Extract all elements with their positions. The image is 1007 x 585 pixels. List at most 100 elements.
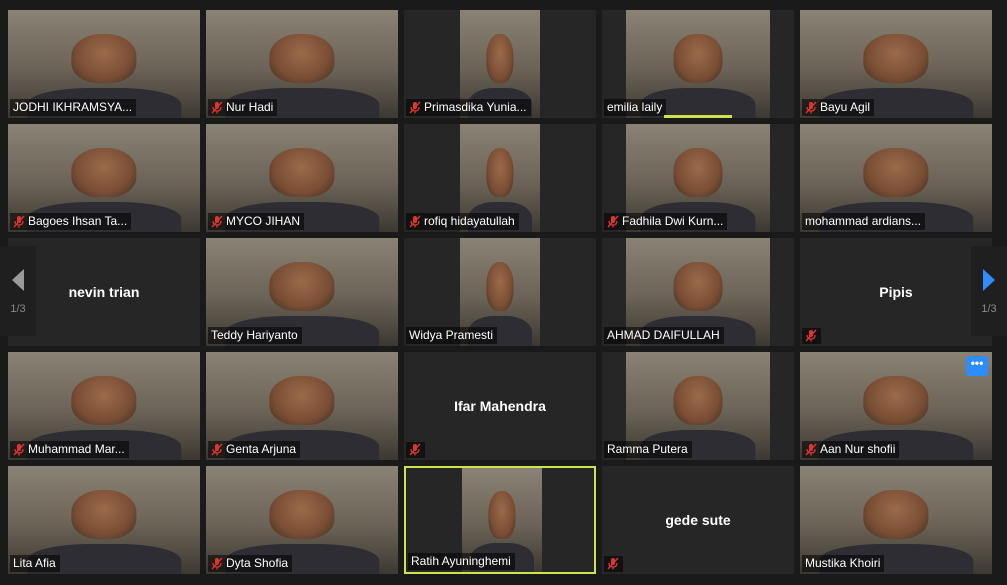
microphone-muted-icon <box>409 101 421 113</box>
participant-tile[interactable]: nevin trian <box>8 238 200 346</box>
participant-tile[interactable]: Muhammad Mar... <box>8 352 200 460</box>
participant-face <box>71 147 137 198</box>
chevron-left-icon <box>12 269 24 291</box>
participant-face <box>486 261 514 312</box>
participant-name-label <box>604 556 623 572</box>
participant-tile[interactable]: Bayu Agil <box>800 10 992 118</box>
participant-name-label: Nur Hadi <box>208 99 278 116</box>
microphone-muted-icon <box>805 443 817 455</box>
participant-name: MYCO JIHAN <box>226 214 301 228</box>
participant-display-name: Pipis <box>879 284 913 300</box>
participant-name-label: rofiq hidayatullah <box>406 213 519 230</box>
participant-tile[interactable]: Teddy Hariyanto <box>206 238 398 346</box>
participant-tile[interactable]: rofiq hidayatullah <box>404 124 596 232</box>
participant-name-label: Genta Arjuna <box>208 441 301 458</box>
participant-name-label: Aan Nur shofii <box>802 441 900 458</box>
participant-name: Dyta Shofia <box>226 556 289 570</box>
participant-face <box>269 261 335 312</box>
participant-tile[interactable]: Ramma Putera <box>602 352 794 460</box>
microphone-muted-icon <box>607 215 619 227</box>
microphone-muted-icon <box>409 215 421 227</box>
participant-face <box>486 147 514 198</box>
microphone-muted-icon <box>607 557 619 570</box>
participant-face <box>269 375 335 426</box>
chevron-right-icon <box>983 269 995 291</box>
participant-name: mohammad ardians... <box>805 214 922 228</box>
microphone-muted-icon <box>211 443 223 455</box>
microphone-muted-icon <box>211 557 223 569</box>
participant-tile[interactable]: Lita Afia <box>8 466 200 574</box>
participant-tile[interactable]: mohammad ardians... <box>800 124 992 232</box>
next-page-button[interactable]: 1/3 <box>971 246 1007 336</box>
participant-display-name: Ifar Mahendra <box>454 398 546 414</box>
participant-tile[interactable]: Bagoes Ihsan Ta... <box>8 124 200 232</box>
participant-name-label: Bagoes Ihsan Ta... <box>10 213 132 230</box>
participant-face <box>673 33 723 84</box>
participant-tile[interactable]: Dyta Shofia <box>206 466 398 574</box>
participant-name: Muhammad Mar... <box>28 442 125 456</box>
participant-tile[interactable]: JODHI IKHRAMSYA... <box>8 10 200 118</box>
participant-face <box>863 375 929 426</box>
participant-name: AHMAD DAIFULLAH <box>607 328 720 342</box>
participant-name: Bagoes Ihsan Ta... <box>28 214 128 228</box>
microphone-muted-icon <box>211 215 223 227</box>
page-indicator-right: 1/3 <box>981 303 997 315</box>
participant-name: JODHI IKHRAMSYA... <box>13 100 133 114</box>
participant-face <box>269 33 335 84</box>
participant-face <box>269 147 335 198</box>
participant-name-label: Ratih Ayuninghemi <box>408 553 515 570</box>
participant-name-label: AHMAD DAIFULLAH <box>604 327 724 344</box>
participant-tile[interactable]: Mustika Khoiri <box>800 466 992 574</box>
microphone-muted-icon <box>13 443 25 455</box>
participant-name-label: Mustika Khoiri <box>802 555 885 572</box>
participant-name: emilia laily <box>607 100 663 114</box>
participant-name-label: Fadhila Dwi Kurn... <box>604 213 728 230</box>
participant-face <box>673 375 723 426</box>
participant-name-label <box>406 442 425 458</box>
participant-tile[interactable]: Genta Arjuna <box>206 352 398 460</box>
participant-name: Ramma Putera <box>607 442 688 456</box>
participant-name: Ratih Ayuninghemi <box>411 554 511 568</box>
participant-display-name: nevin trian <box>68 284 140 300</box>
participant-name-label: Primasdika Yunia... <box>406 99 531 116</box>
participant-face <box>71 33 137 84</box>
participant-name: Mustika Khoiri <box>805 556 881 570</box>
participant-tile[interactable]: Fadhila Dwi Kurn... <box>602 124 794 232</box>
page-indicator-left: 1/3 <box>10 303 26 315</box>
participant-name: Aan Nur shofii <box>820 442 896 456</box>
participant-name-label: Widya Pramesti <box>406 327 498 344</box>
participant-face <box>863 147 929 198</box>
participant-tile[interactable]: Primasdika Yunia... <box>404 10 596 118</box>
participant-face <box>863 489 929 540</box>
participant-name: Fadhila Dwi Kurn... <box>622 214 724 228</box>
participant-name-label: Teddy Hariyanto <box>208 327 302 344</box>
previous-page-button[interactable]: 1/3 <box>0 246 36 336</box>
participant-name-label: Ramma Putera <box>604 441 692 458</box>
participant-face <box>673 147 723 198</box>
participant-name: Primasdika Yunia... <box>424 100 527 114</box>
participant-face <box>863 33 929 84</box>
participant-name-label: Dyta Shofia <box>208 555 293 572</box>
microphone-muted-icon <box>211 101 223 113</box>
participant-tile[interactable]: Aan Nur shofii ••• <box>800 352 992 460</box>
more-options-icon[interactable]: ••• <box>966 356 988 376</box>
participant-tile[interactable]: Ifar Mahendra <box>404 352 596 460</box>
participant-tile[interactable]: Pipis <box>800 238 992 346</box>
video-grid: JODHI IKHRAMSYA... Nur Hadi Primasdika Yun… <box>0 0 1007 585</box>
participant-name: Genta Arjuna <box>226 442 297 456</box>
participant-face <box>71 375 137 426</box>
participant-tile[interactable]: Widya Pramesti <box>404 238 596 346</box>
participant-face <box>71 489 137 540</box>
participant-name-label: Lita Afia <box>10 555 60 572</box>
participant-face <box>269 489 335 540</box>
participant-name: Nur Hadi <box>226 100 274 114</box>
participant-tile[interactable]: Nur Hadi <box>206 10 398 118</box>
participant-tile[interactable]: emilia laily <box>602 10 794 118</box>
microphone-muted-icon <box>409 443 421 456</box>
participant-tile[interactable]: Ratih Ayuninghemi <box>404 466 596 574</box>
participant-tile[interactable]: gede sute <box>602 466 794 574</box>
participant-name: Bayu Agil <box>820 100 871 114</box>
participant-tile[interactable]: MYCO JIHAN <box>206 124 398 232</box>
participant-tile[interactable]: AHMAD DAIFULLAH <box>602 238 794 346</box>
speaking-indicator <box>664 115 732 118</box>
